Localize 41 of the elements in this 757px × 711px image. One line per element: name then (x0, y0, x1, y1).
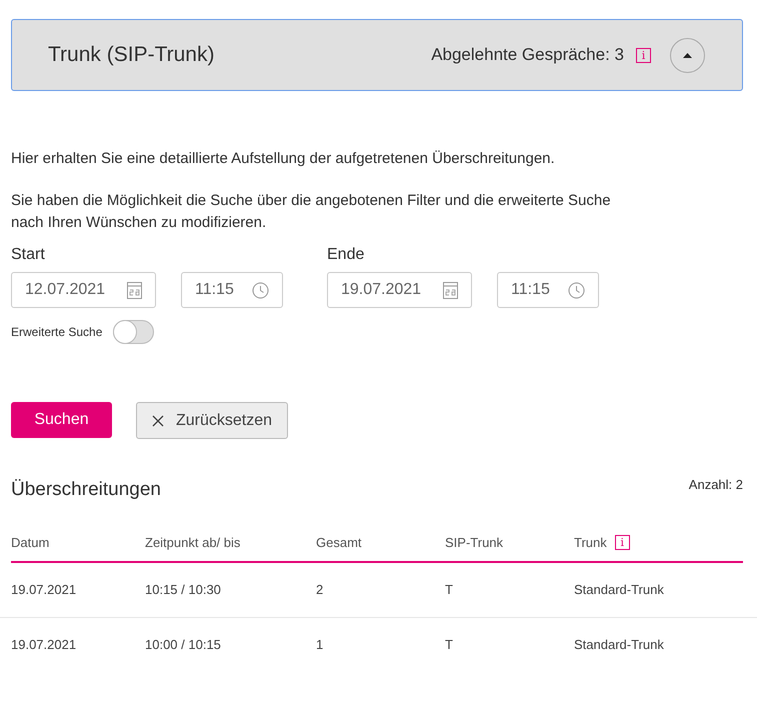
table-cell: Standard-Trunk (574, 582, 664, 596)
time-field[interactable]: 11:15 (497, 272, 599, 308)
column-header: Trunk (574, 534, 607, 552)
results-count: Anzahl: 2 (688, 476, 743, 494)
clock-icon[interactable] (252, 282, 269, 298)
info-icon[interactable]: i (614, 535, 630, 550)
table-cell: 10:00 / 10:15 (145, 637, 221, 652)
panel-title: Trunk (SIP-Trunk) (48, 42, 214, 68)
search-button[interactable]: Suchen (11, 402, 112, 438)
table-cell: 19.07.2021 (11, 582, 76, 596)
table-cell: Standard-Trunk (574, 637, 664, 652)
advanced-search-toggle[interactable] (113, 320, 154, 344)
caret-icon (683, 52, 692, 58)
results-title: Überschreitungen (11, 478, 162, 502)
table-cell: 19.07.2021 (11, 637, 76, 652)
column-header: Zeitpunkt ab/ bis (145, 534, 240, 552)
table-cell: 10:15 / 10:30 (145, 582, 221, 596)
close-icon (152, 414, 164, 426)
time-field[interactable]: 11:15 (181, 272, 283, 308)
collapse-button[interactable] (670, 38, 705, 72)
date-field[interactable]: 19.07.2021 (327, 272, 472, 308)
filter-label: Ende (327, 245, 366, 265)
clock-icon[interactable] (568, 282, 585, 298)
intro-text: Hier erhalten Sie eine detaillierte Aufstellung der aufgetretenen Überschreitungen. (11, 149, 556, 169)
advanced-search-label: Erweiterte Suche (11, 324, 102, 341)
filter-label: Start (11, 245, 46, 265)
rejected-calls-count: Abgelehnte Gespräche: 3 (431, 44, 624, 66)
table-cell: T (445, 637, 453, 652)
table-cell: T (445, 582, 453, 596)
info-icon[interactable]: i (636, 48, 651, 62)
calendar-icon[interactable] (443, 282, 458, 298)
calendar-icon[interactable] (127, 282, 142, 298)
column-header: Gesamt (316, 534, 362, 552)
table-cell: 1 (316, 637, 324, 652)
panel-header[interactable]: Trunk (SIP-Trunk) Abgelehnte Gespräche: 3 i (11, 19, 743, 91)
date-field[interactable]: 12.07.2021 (11, 272, 156, 308)
reset-button[interactable]: Zurücksetzen (136, 402, 288, 439)
table-cell: 2 (316, 582, 324, 596)
column-header: SIP-Trunk (445, 534, 504, 552)
column-header: Datum (11, 534, 50, 552)
intro-text: Sie haben die Möglichkeit die Suche über die angebotenen Filter und die erweiterte Suche nach Ihren Wünschen zu modifizieren. (11, 191, 611, 233)
